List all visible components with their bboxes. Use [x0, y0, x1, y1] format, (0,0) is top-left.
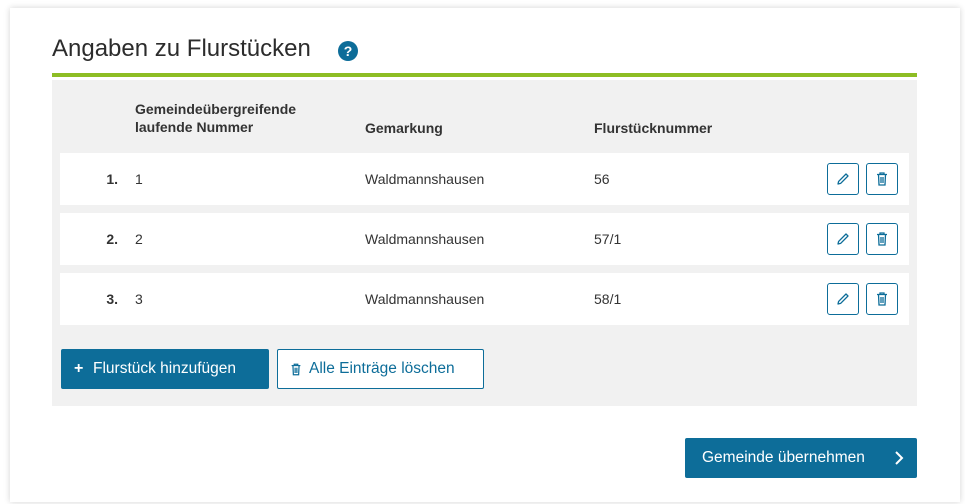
delete-button[interactable] [866, 283, 898, 315]
table-row: 2. 2 Waldmannshausen 57/1 [60, 213, 909, 265]
row-gemarkung: Waldmannshausen [365, 231, 485, 247]
edit-button[interactable] [827, 223, 859, 255]
chevron-right-icon [895, 451, 904, 465]
row-gemarkung: Waldmannshausen [365, 291, 485, 307]
column-header-flurstueck: Flurstücknummer [594, 120, 713, 136]
row-number: 3 [135, 291, 143, 307]
add-flurstueck-button[interactable]: + Flurstück hinzufügen [61, 349, 269, 389]
table-row: 3. 3 Waldmannshausen 58/1 [60, 273, 909, 325]
pencil-icon [837, 173, 849, 185]
submit-gemeinde-button[interactable]: Gemeinde übernehmen [685, 438, 917, 478]
row-flurstueck: 58/1 [594, 291, 622, 307]
trash-icon [291, 363, 301, 376]
table-row: 1. 1 Waldmannshausen 56 [60, 153, 909, 205]
submit-gemeinde-label: Gemeinde übernehmen [702, 449, 865, 466]
row-index: 2. [106, 231, 118, 247]
plus-icon: + [74, 360, 84, 377]
pencil-icon [837, 233, 849, 245]
delete-button[interactable] [866, 223, 898, 255]
column-header-number-line2: laufende Nummer [135, 119, 254, 135]
column-header-number-line1: Gemeindeübergreifende [135, 101, 297, 117]
trash-icon [877, 232, 887, 246]
delete-button[interactable] [866, 163, 898, 195]
row-number: 2 [135, 231, 143, 247]
column-header-gemarkung: Gemarkung [365, 120, 443, 136]
trash-icon [877, 292, 887, 306]
trash-icon [877, 172, 887, 186]
edit-button[interactable] [827, 163, 859, 195]
section-title: Angaben zu Flurstücken [52, 35, 311, 62]
column-header-number: Gemeindeübergreifende laufende Nummer [135, 100, 296, 136]
row-flurstueck: 57/1 [594, 231, 622, 247]
section-header: Angaben zu Flurstücken ? [52, 33, 917, 77]
add-flurstueck-label: Flurstück hinzufügen [93, 360, 237, 377]
edit-button[interactable] [827, 283, 859, 315]
row-index: 1. [106, 171, 118, 187]
row-number: 1 [135, 171, 143, 187]
clear-all-button[interactable]: Alle Einträge löschen [277, 349, 484, 389]
row-flurstueck: 56 [594, 171, 610, 187]
clear-all-label: Alle Einträge löschen [309, 360, 455, 377]
help-icon[interactable]: ? [338, 41, 358, 61]
row-gemarkung: Waldmannshausen [365, 171, 485, 187]
pencil-icon [837, 293, 849, 305]
row-index: 3. [106, 291, 118, 307]
